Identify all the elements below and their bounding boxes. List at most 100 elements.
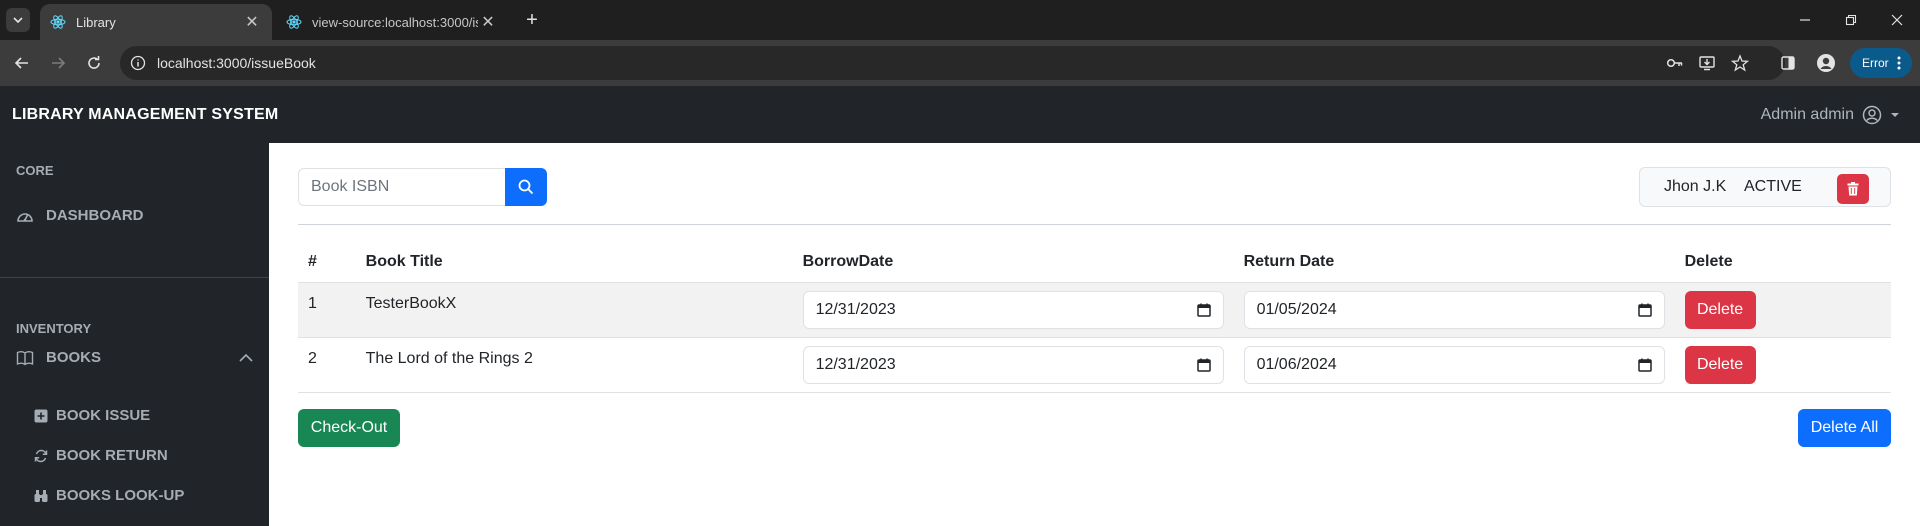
close-tab-icon[interactable]: ✕ bbox=[242, 12, 262, 32]
profile-button[interactable] bbox=[1812, 49, 1840, 77]
side-panel-icon bbox=[1781, 56, 1795, 70]
sidebar-item-dashboard[interactable]: DASHBOARD bbox=[16, 207, 144, 224]
return-date-input[interactable]: 01/05/2024 bbox=[1243, 290, 1665, 329]
sidebar-subitem-books-look-up[interactable]: BOOKS LOOK-UP bbox=[34, 487, 184, 504]
trash-icon bbox=[1847, 182, 1859, 196]
refresh-icon bbox=[34, 449, 48, 462]
sidebar-heading-core: CORE bbox=[16, 163, 54, 178]
close-icon bbox=[1891, 14, 1903, 26]
forward-button[interactable] bbox=[44, 49, 72, 77]
delete-all-button[interactable]: Delete All bbox=[1798, 409, 1891, 447]
browser-tab-library[interactable]: Library ✕ bbox=[40, 4, 272, 40]
divider bbox=[298, 224, 1891, 225]
arrow-right-icon bbox=[52, 57, 66, 69]
user-menu[interactable]: Admin admin bbox=[1761, 86, 1900, 143]
arrow-left-icon bbox=[14, 57, 28, 69]
remove-member-button[interactable] bbox=[1837, 174, 1869, 204]
member-card: Jhon J.K ACTIVE bbox=[1639, 167, 1891, 207]
install-app-icon[interactable] bbox=[1697, 53, 1717, 73]
chevron-down-icon bbox=[13, 17, 23, 24]
more-vertical-icon bbox=[1897, 56, 1901, 70]
tab-title: view-source:localhost:3000/issu bbox=[312, 14, 478, 30]
browser-tabstrip: Library ✕ view-source:localhost:3000/iss… bbox=[0, 0, 1920, 40]
column-header-delete: Delete bbox=[1674, 242, 1891, 283]
sidebar-heading-inventory: INVENTORY bbox=[16, 321, 92, 336]
key-icon[interactable] bbox=[1665, 53, 1685, 73]
bookmark-star-icon[interactable] bbox=[1730, 53, 1750, 73]
sidebar: CORE DASHBOARD INVENTORY BOOKS BOOK ISSU… bbox=[0, 143, 269, 526]
url-text: localhost:3000/issueBook bbox=[157, 55, 316, 71]
sidebar-item-label: BOOK ISSUE bbox=[56, 407, 151, 424]
calendar-icon[interactable] bbox=[1196, 358, 1211, 372]
calendar-icon[interactable] bbox=[1637, 358, 1652, 372]
close-tab-icon[interactable]: ✕ bbox=[478, 12, 498, 32]
delete-row-button[interactable]: Delete bbox=[1684, 345, 1756, 384]
isbn-search-group bbox=[298, 168, 547, 206]
issued-books-table: # Book Title BorrowDate Return Date Dele… bbox=[298, 242, 1891, 393]
row-number: 1 bbox=[308, 294, 317, 312]
minimize-icon bbox=[1800, 19, 1810, 21]
search-icon bbox=[518, 179, 534, 195]
chevron-up-icon bbox=[239, 353, 253, 362]
tachometer-icon bbox=[17, 212, 33, 222]
return-date-value: 01/06/2024 bbox=[1256, 355, 1337, 373]
back-button[interactable] bbox=[8, 49, 36, 77]
column-header-number: # bbox=[298, 242, 356, 283]
browser-tab-view-source[interactable]: view-source:localhost:3000/issu ✕ bbox=[276, 4, 508, 40]
sidebar-subitem-book-return[interactable]: BOOK RETURN bbox=[34, 447, 168, 464]
sidebar-item-books[interactable]: BOOKS bbox=[16, 349, 253, 366]
sidebar-item-label: BOOKS bbox=[46, 349, 102, 366]
tab-search-button[interactable] bbox=[6, 8, 30, 32]
reload-button[interactable] bbox=[80, 49, 108, 77]
book-open-icon bbox=[16, 350, 34, 365]
restore-icon bbox=[1845, 14, 1857, 26]
table-header-row: # Book Title BorrowDate Return Date Dele… bbox=[298, 242, 1891, 283]
row-number: 2 bbox=[308, 349, 317, 367]
isbn-search-input[interactable] bbox=[298, 168, 505, 206]
sidebar-item-label: BOOK RETURN bbox=[56, 447, 168, 464]
minimize-button[interactable] bbox=[1782, 0, 1828, 40]
side-panel-button[interactable] bbox=[1774, 49, 1802, 77]
browser-error-button[interactable]: Error bbox=[1850, 48, 1912, 78]
column-header-book-title: Book Title bbox=[355, 242, 793, 283]
checkout-button[interactable]: Check-Out bbox=[298, 409, 400, 447]
app-navbar: LIBRARY MANAGEMENT SYSTEM Admin admin bbox=[0, 86, 1920, 143]
user-name: Admin admin bbox=[1760, 105, 1854, 123]
table-row: 2 The Lord of the Rings 2 12/31/2023 01/… bbox=[298, 337, 1891, 393]
sidebar-subitem-book-issue[interactable]: BOOK ISSUE bbox=[34, 407, 150, 424]
user-circle-icon bbox=[1862, 105, 1882, 124]
address-bar[interactable]: localhost:3000/issueBook bbox=[120, 46, 1785, 80]
sidebar-item-label: DASHBOARD bbox=[46, 207, 144, 224]
column-header-borrow-date: BorrowDate bbox=[792, 242, 1234, 283]
window-close-button[interactable] bbox=[1874, 0, 1920, 40]
restore-button[interactable] bbox=[1828, 0, 1874, 40]
new-tab-button[interactable]: + bbox=[520, 8, 544, 32]
return-date-value: 01/05/2024 bbox=[1256, 300, 1337, 318]
borrow-date-value: 12/31/2023 bbox=[815, 355, 896, 373]
member-name: Jhon J.K bbox=[1664, 178, 1727, 195]
calendar-icon[interactable] bbox=[1196, 303, 1211, 317]
reload-icon bbox=[88, 56, 100, 69]
profile-icon bbox=[1817, 54, 1835, 72]
react-icon bbox=[50, 15, 66, 29]
app-brand[interactable]: LIBRARY MANAGEMENT SYSTEM bbox=[12, 86, 278, 143]
sidebar-divider bbox=[0, 277, 269, 278]
search-button[interactable] bbox=[505, 168, 547, 206]
borrow-date-input[interactable]: 12/31/2023 bbox=[802, 345, 1224, 384]
book-title: TesterBookX bbox=[365, 294, 457, 312]
sidebar-item-label: BOOKS LOOK-UP bbox=[56, 487, 185, 504]
book-title: The Lord of the Rings 2 bbox=[365, 349, 533, 367]
browser-toolbar: localhost:3000/issueBook Error bbox=[0, 40, 1920, 86]
delete-row-button[interactable]: Delete bbox=[1684, 290, 1756, 329]
return-date-input[interactable]: 01/06/2024 bbox=[1243, 345, 1665, 384]
error-label: Error bbox=[1862, 56, 1889, 70]
site-info-icon[interactable] bbox=[128, 53, 148, 73]
borrow-date-input[interactable]: 12/31/2023 bbox=[802, 290, 1224, 329]
column-header-return-date: Return Date bbox=[1233, 242, 1675, 283]
calendar-icon[interactable] bbox=[1637, 303, 1652, 317]
plus-square-icon bbox=[34, 409, 48, 422]
borrow-date-value: 12/31/2023 bbox=[815, 300, 896, 318]
tab-title: Library bbox=[76, 14, 116, 30]
react-icon bbox=[286, 15, 302, 29]
member-status: ACTIVE bbox=[1744, 178, 1802, 195]
